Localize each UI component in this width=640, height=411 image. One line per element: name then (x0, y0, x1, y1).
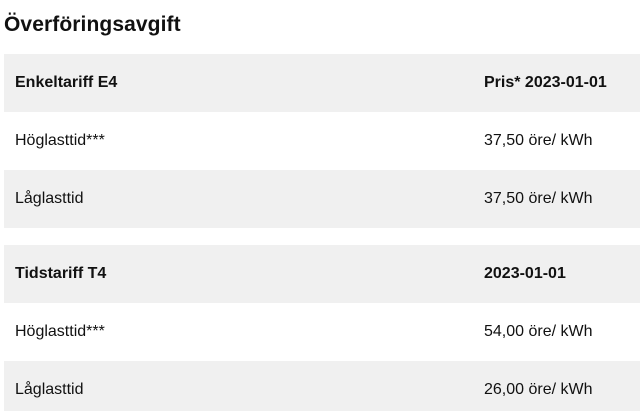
price-value: 37,50 öre/ kWh (484, 132, 593, 149)
price-date-header: Pris* 2023-01-01 (484, 74, 607, 91)
table-row: Låglasttid 26,00 öre/ kWh (4, 361, 640, 411)
price-value: 37,50 öre/ kWh (484, 190, 593, 207)
table-row: Höglasttid*** 37,50 öre/ kWh (4, 112, 640, 170)
page: Överföringsavgift Enkeltariff E4 Pris* 2… (0, 0, 640, 411)
period-label: Låglasttid (15, 381, 84, 398)
period-label: Låglasttid (15, 190, 84, 207)
table-header-row: Enkeltariff E4 Pris* 2023-01-01 (4, 54, 640, 112)
tariff-name: Tidstariff T4 (15, 265, 107, 282)
price-value: 54,00 öre/ kWh (484, 323, 593, 340)
period-label: Höglasttid*** (15, 323, 105, 340)
price-value: 26,00 öre/ kWh (484, 381, 593, 398)
price-date-header: 2023-01-01 (484, 265, 566, 282)
period-label: Höglasttid*** (15, 132, 105, 149)
page-title: Överföringsavgift (4, 13, 181, 36)
tariff-name: Enkeltariff E4 (15, 74, 118, 91)
table-row: Höglasttid*** 54,00 öre/ kWh (4, 303, 640, 361)
tariff-table-enkeltariff: Enkeltariff E4 Pris* 2023-01-01 Höglastt… (4, 54, 640, 228)
table-header-row: Tidstariff T4 2023-01-01 (4, 245, 640, 303)
tariff-table-tidstariff: Tidstariff T4 2023-01-01 Höglasttid*** 5… (4, 245, 640, 411)
table-row: Låglasttid 37,50 öre/ kWh (4, 170, 640, 228)
